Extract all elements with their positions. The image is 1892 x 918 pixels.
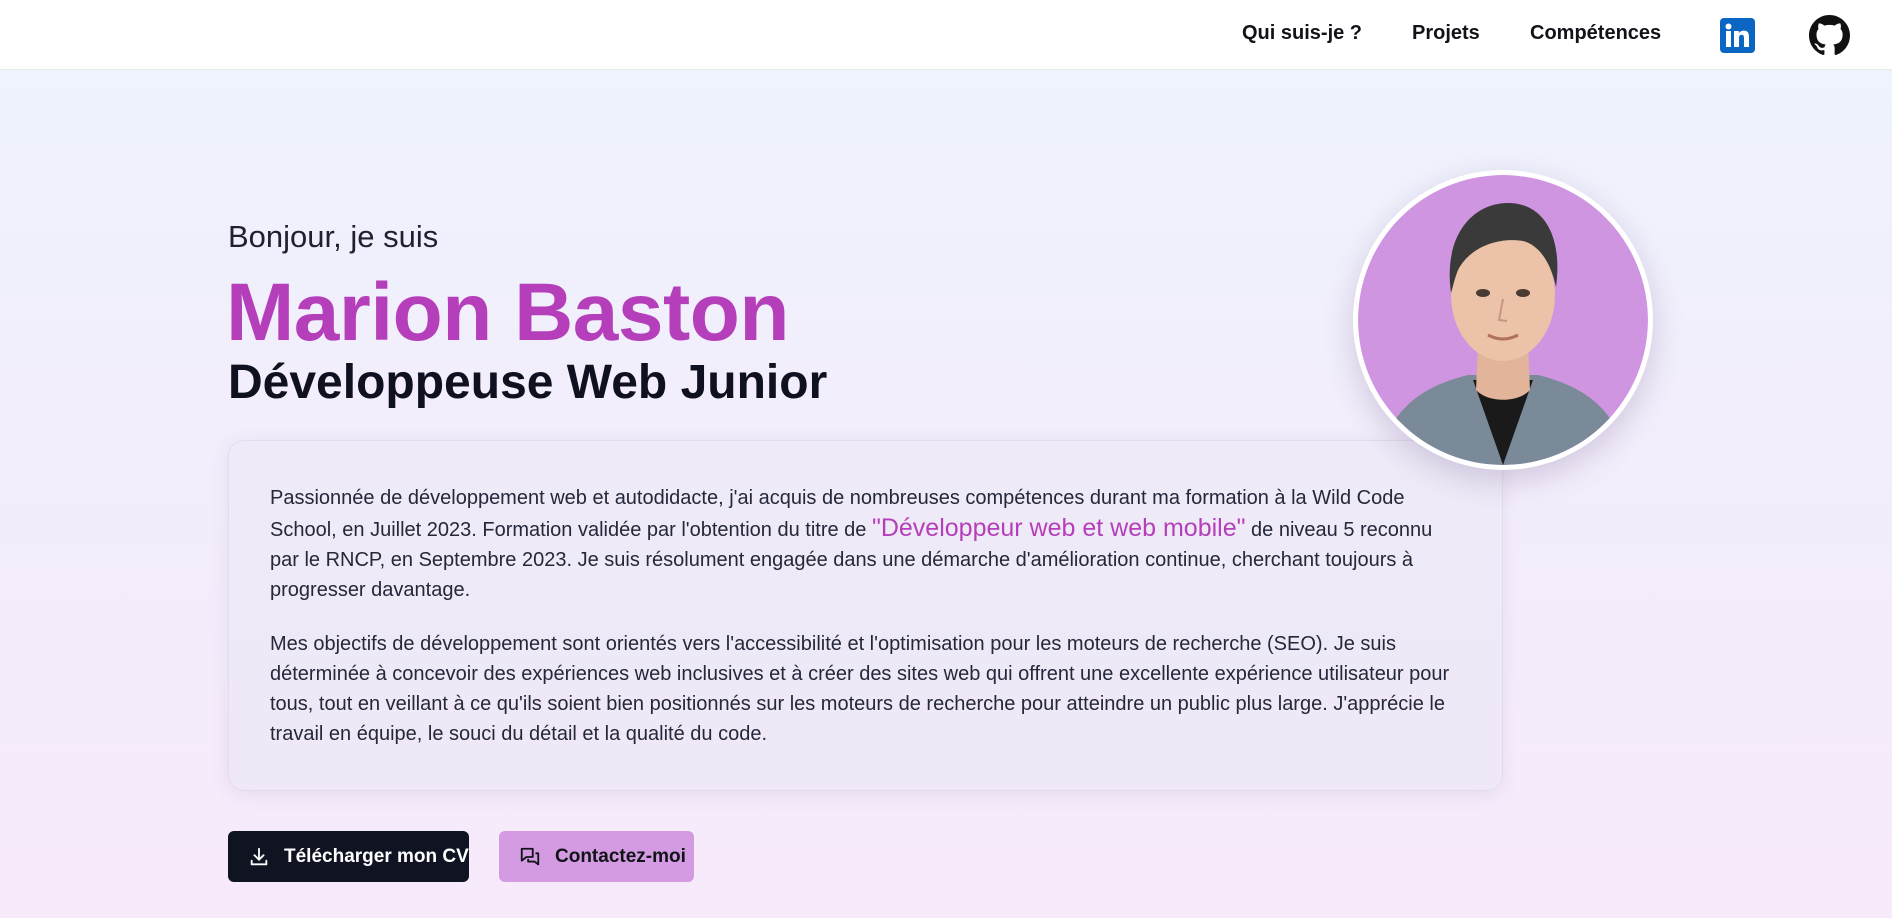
nav-link-skills[interactable]: Compétences — [1530, 22, 1661, 45]
greeting-text: Bonjour, je suis — [228, 219, 439, 254]
about-paragraph-2: Mes objectifs de développement sont orie… — [270, 633, 1450, 745]
chat-bubbles-icon — [519, 846, 541, 868]
download-cv-button[interactable]: Télécharger mon CV — [228, 831, 469, 882]
navbar: Qui suis-je ? Projets Compétences — [0, 0, 1892, 70]
hero-name: Marion Baston — [226, 267, 789, 358]
about-card: Passionnée de développement web et autod… — [228, 440, 1503, 791]
contact-label: Contactez-moi — [555, 845, 686, 867]
portrait-photo — [1353, 170, 1653, 470]
hero-role: Développeuse Web Junior — [228, 356, 828, 409]
diploma-title-highlight: "Développeur web et web mobile" — [871, 514, 1246, 542]
github-icon[interactable] — [1809, 15, 1850, 56]
nav-link-projects[interactable]: Projets — [1412, 22, 1480, 45]
contact-button[interactable]: Contactez-moi — [499, 831, 694, 882]
download-cv-label: Télécharger mon CV — [284, 845, 469, 867]
nav-link-about[interactable]: Qui suis-je ? — [1242, 22, 1362, 45]
about-paragraph-1: Passionnée de développement web et autod… — [270, 483, 1462, 605]
download-icon — [248, 846, 270, 868]
linkedin-icon[interactable] — [1720, 18, 1755, 53]
